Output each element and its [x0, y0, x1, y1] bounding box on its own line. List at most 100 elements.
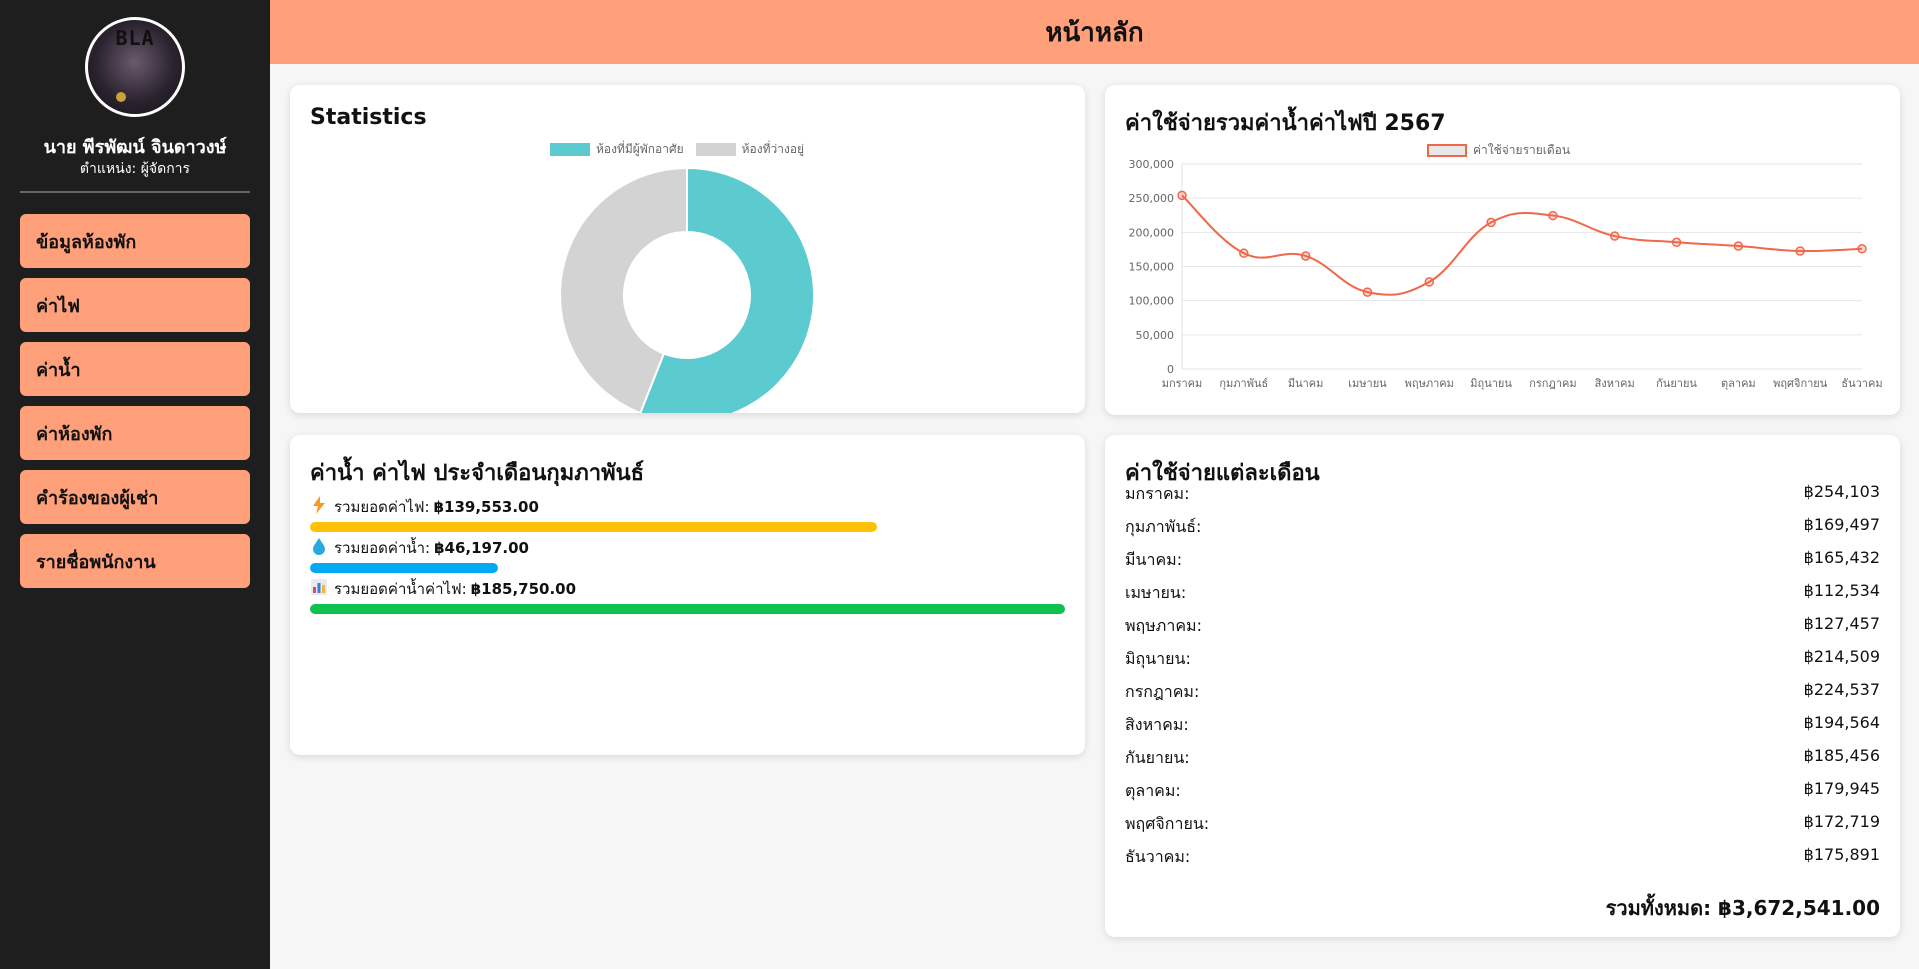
- utility-title: ค่าน้ำ ค่าไฟ ประจำเดือนกุมภาพันธ์: [310, 461, 645, 486]
- x-tick-label: กันยายน: [1656, 377, 1697, 390]
- sidebar-item-tenant-requests[interactable]: คำร้องของผู้เช่า: [20, 470, 250, 524]
- data-point[interactable]: [1548, 210, 1558, 221]
- series-line-monthly: [1181, 194, 1863, 296]
- month-amount: ฿175,891: [1803, 845, 1880, 864]
- month-amount: ฿185,456: [1803, 746, 1880, 765]
- list-item: กรกฎาคม: ฿224,537: [1125, 680, 1880, 705]
- occupancy-donut-chart: [559, 166, 815, 413]
- combined-total-bar: [310, 604, 1065, 614]
- x-tick-label: พฤศจิกายน: [1773, 377, 1828, 390]
- x-tick-label: กุมภาพันธ์: [1219, 377, 1268, 390]
- x-tick-label: มิถุนายน: [1470, 377, 1512, 390]
- bar-chart-icon: [310, 579, 328, 599]
- month-amount: ฿127,457: [1803, 614, 1880, 633]
- statistics-card: Statistics ห้องที่มีผู้พักอาศัย ห้องที่ว…: [290, 85, 1085, 413]
- month-label: เมษายน:: [1125, 583, 1187, 602]
- data-point[interactable]: [1424, 277, 1435, 287]
- y-tick-label: 100,000: [1129, 295, 1175, 308]
- data-point[interactable]: [1795, 246, 1805, 256]
- x-tick-label: มกราคม: [1162, 377, 1203, 390]
- data-point[interactable]: [1857, 244, 1867, 254]
- list-item: มิถุนายน: ฿214,509: [1125, 647, 1880, 672]
- month-amount: ฿179,945: [1803, 779, 1880, 798]
- water-total-label: รวมยอดค่าน้ำ:: [334, 539, 431, 557]
- x-tick-label: สิงหาคม: [1594, 377, 1634, 390]
- data-point[interactable]: [1239, 248, 1249, 258]
- combined-total-label: รวมยอดค่าน้ำค่าไฟ:: [334, 580, 467, 598]
- list-item: กันยายน: ฿185,456: [1125, 746, 1880, 771]
- y-tick-label: 250,000: [1129, 192, 1175, 205]
- expense-chart-card: ค่าใช้จ่ายรวมค่าน้ำค่าไฟปี 2567 ค่าใช้จ่…: [1105, 85, 1900, 415]
- electric-total-label: รวมยอดค่าไฟ:: [334, 498, 430, 516]
- water-total-value: ฿46,197.00: [434, 539, 529, 557]
- x-tick-label: กรกฎาคม: [1529, 377, 1576, 390]
- data-point[interactable]: [1733, 241, 1744, 251]
- sidebar-item-electricity[interactable]: ค่าไฟ: [20, 278, 250, 332]
- month-label: พฤศจิกายน:: [1125, 814, 1210, 833]
- y-tick-label: 150,000: [1129, 261, 1175, 274]
- month-label: มิถุนายน:: [1125, 649, 1191, 668]
- list-item: มีนาคม: ฿165,432: [1125, 548, 1880, 573]
- data-point[interactable]: [1300, 251, 1311, 261]
- avatar-text: BLA: [115, 26, 155, 50]
- combined-total-value: ฿185,750.00: [470, 580, 577, 598]
- sidebar-item-rent[interactable]: ค่าห้องพัก: [20, 406, 250, 460]
- x-tick-label: มีนาคม: [1288, 377, 1324, 390]
- sidebar-item-employees[interactable]: รายชื่อพนักงาน: [20, 534, 250, 588]
- month-label: มีนาคม:: [1125, 550, 1183, 569]
- user-role: ตำแหน่ง: ผู้จัดการ: [79, 161, 191, 177]
- x-tick-label: ตุลาคม: [1721, 377, 1756, 390]
- month-label: กุมภาพันธ์:: [1125, 517, 1202, 536]
- month-amount: ฿169,497: [1803, 515, 1880, 534]
- list-item: สิงหาคม: ฿194,564: [1125, 713, 1880, 738]
- avatar-highlight: [116, 92, 126, 102]
- utility-card: ค่าน้ำ ค่าไฟ ประจำเดือนกุมภาพันธ์ รวมยอด…: [290, 435, 1085, 755]
- list-item: พฤษภาคม: ฿127,457: [1125, 614, 1880, 639]
- month-label: กรกฎาคม:: [1125, 682, 1200, 701]
- sidebar-item-rooms[interactable]: ข้อมูลห้องพัก: [20, 214, 250, 268]
- electric-total-value: ฿139,553.00: [433, 498, 539, 516]
- month-amount: ฿165,432: [1803, 548, 1880, 567]
- data-point[interactable]: [1671, 237, 1682, 248]
- month-label: มกราคม:: [1125, 484, 1190, 503]
- x-tick-label: เมษายน: [1348, 377, 1387, 390]
- month-amount: ฿194,564: [1803, 713, 1880, 732]
- expense-line-chart: 0 50,000 100,000 150,000 200,000 250,000 300,0…: [1129, 158, 1883, 390]
- list-item: พฤศจิกายน: ฿172,719: [1125, 812, 1880, 837]
- sidebar-nav: ข้อมูลห้องพัก ค่าไฟ ค่าน้ำ ค่าห้องพัก คำ…: [20, 214, 250, 598]
- data-point[interactable]: [1362, 287, 1373, 297]
- x-tick-label: ธันวาคม: [1841, 377, 1882, 390]
- list-item: ธันวาคม: ฿175,891: [1125, 845, 1880, 870]
- month-amount: ฿254,103: [1803, 482, 1880, 501]
- monthly-expense-card: ค่าใช้จ่ายแต่ละเดือน มกราคม: ฿254,103 กุมภ…: [1105, 435, 1900, 937]
- month-label: พฤษภาคม:: [1125, 616, 1202, 635]
- water-total-row: รวมยอดค่าน้ำ: ฿46,197.00: [310, 536, 529, 560]
- grand-total: รวมทั้งหมด: ฿3,672,541.00: [1605, 896, 1880, 920]
- user-name: นาย พีรพัฒน์ จินดาวงษ์: [43, 137, 227, 158]
- top-bar: หน้าหลัก: [270, 0, 1919, 64]
- x-tick-label: พฤษภาคม: [1405, 377, 1454, 390]
- month-amount: ฿224,537: [1803, 680, 1880, 699]
- y-tick-label: 50,000: [1136, 329, 1175, 342]
- month-amount: ฿112,534: [1803, 581, 1880, 600]
- y-tick-label: 200,000: [1129, 226, 1175, 239]
- list-item: เมษายน: ฿112,534: [1125, 581, 1880, 606]
- avatar: BLA: [85, 17, 185, 117]
- combined-total-row: รวมยอดค่าน้ำค่าไฟ: ฿185,750.00: [310, 577, 576, 601]
- month-label: สิงหาคม:: [1125, 715, 1189, 734]
- y-tick-label: 300,000: [1129, 158, 1175, 171]
- water-drop-icon: [310, 537, 328, 559]
- list-item: กุมภาพันธ์: ฿169,497: [1125, 515, 1880, 540]
- data-point[interactable]: [1177, 190, 1187, 201]
- electric-total-bar: [310, 522, 877, 532]
- data-point[interactable]: [1609, 231, 1620, 241]
- page-title: หน้าหลัก: [1045, 17, 1144, 48]
- month-label: กันยายน:: [1125, 748, 1190, 767]
- water-total-bar: [310, 563, 498, 573]
- data-point[interactable]: [1486, 217, 1496, 228]
- month-label: ตุลาคม:: [1125, 781, 1181, 800]
- month-label: ธันวาคม:: [1125, 847, 1191, 866]
- month-amount: ฿172,719: [1803, 812, 1880, 831]
- sidebar-divider: [20, 191, 250, 193]
- sidebar-item-water[interactable]: ค่าน้ำ: [20, 342, 250, 396]
